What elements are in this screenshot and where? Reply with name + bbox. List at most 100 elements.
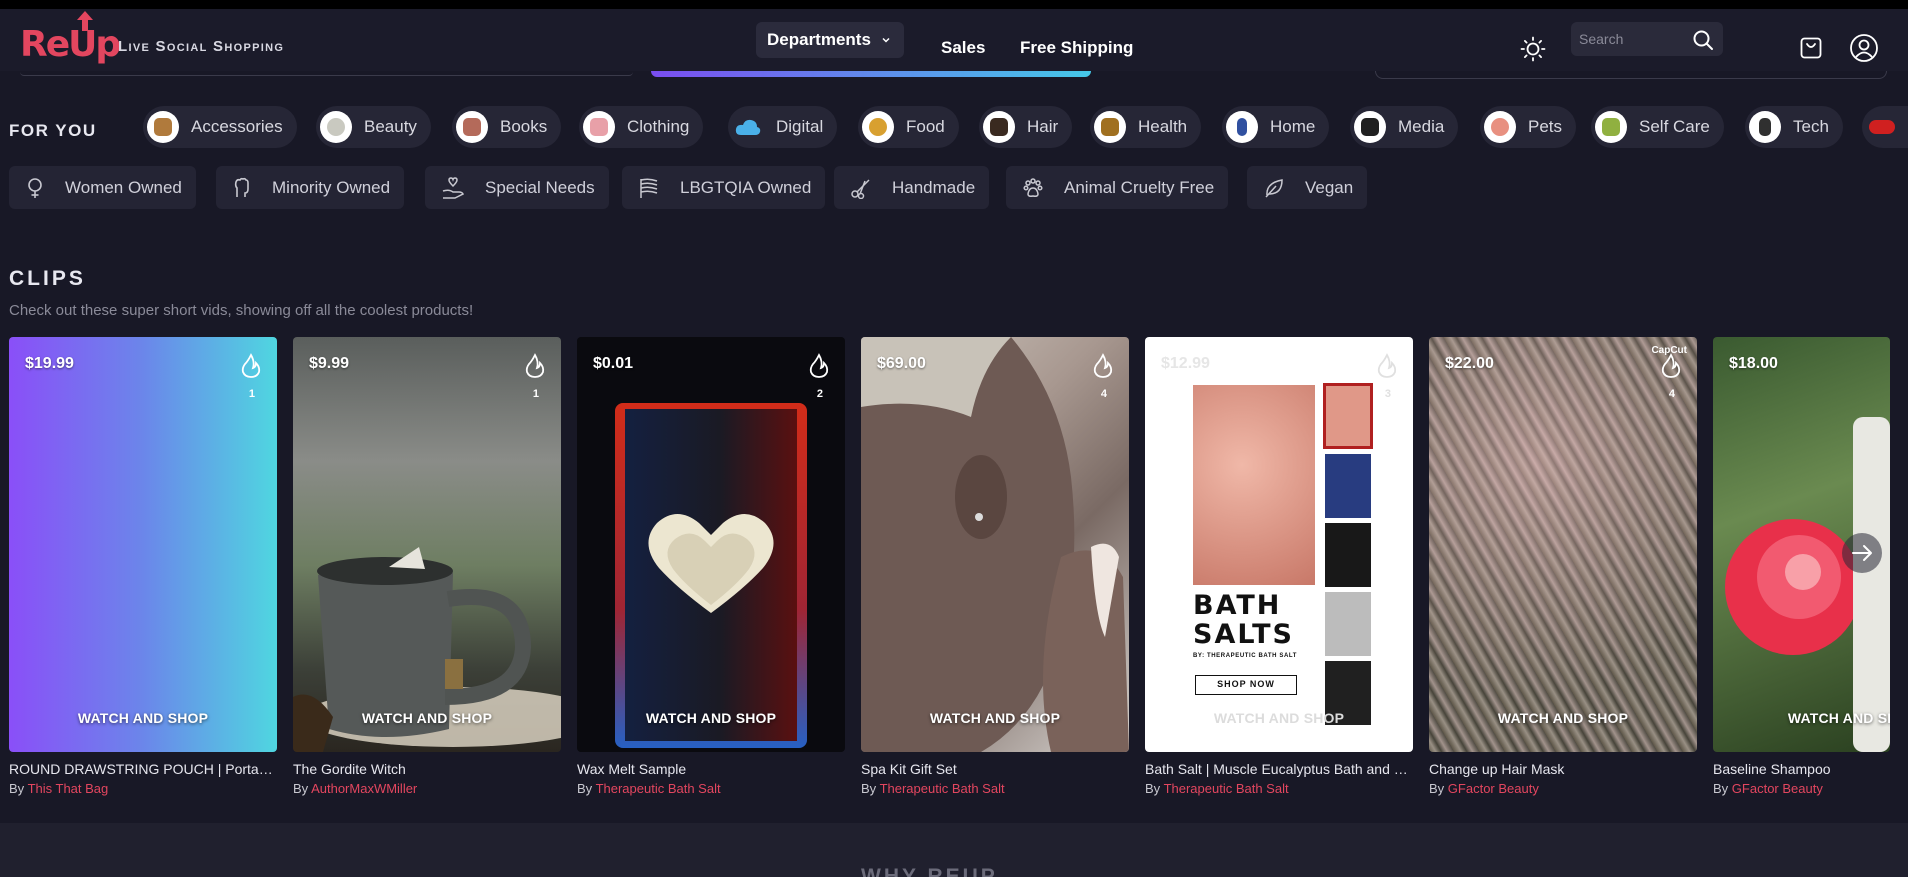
clip-video[interactable]: $69.00 4 WATCH AND SHOP xyxy=(861,337,1129,752)
seller-link[interactable]: AuthorMaxWMiller xyxy=(311,781,417,796)
category-beauty[interactable]: Beauty xyxy=(316,106,431,148)
flame-icon[interactable] xyxy=(1375,353,1399,379)
clip-title[interactable]: The Gordite Witch xyxy=(293,761,561,777)
watch-and-shop-button[interactable]: WATCH AND SHOP xyxy=(9,710,277,726)
carousel-next-button[interactable] xyxy=(1842,533,1882,573)
departments-dropdown[interactable]: Departments xyxy=(756,22,904,58)
food-icon xyxy=(862,111,894,143)
sun-icon[interactable] xyxy=(1520,36,1546,62)
category-home[interactable]: Home xyxy=(1222,106,1330,148)
thumb-selected[interactable] xyxy=(1323,383,1373,449)
mug-illustration xyxy=(293,547,561,752)
seller-link[interactable]: GFactor Beauty xyxy=(1732,781,1823,796)
search-box xyxy=(1571,22,1723,56)
category-partial[interactable] xyxy=(1862,106,1908,148)
clip-title[interactable]: Spa Kit Gift Set xyxy=(861,761,1129,777)
user-account-icon[interactable] xyxy=(1849,33,1879,63)
watch-and-shop-button[interactable]: WATCH AND SHOP xyxy=(293,710,561,726)
clip-card[interactable]: $0.01 2 WATCH AND SHOP Wax Melt Sample B… xyxy=(577,337,845,796)
clip-title[interactable]: ROUND DRAWSTRING POUCH | Portable Makeup… xyxy=(9,761,277,777)
flame-icon[interactable] xyxy=(1659,353,1683,379)
thumb-3[interactable] xyxy=(1325,523,1371,587)
flame-icon[interactable] xyxy=(523,353,547,379)
category-self-care[interactable]: Self Care xyxy=(1591,106,1724,148)
category-pets[interactable]: Pets xyxy=(1480,106,1577,148)
watch-and-shop-button[interactable]: WATCH AND SHOP xyxy=(1719,710,1890,726)
tag-minority-owned[interactable]: Minority Owned xyxy=(216,166,405,209)
clip-byline: By GFactor Beauty xyxy=(1429,781,1539,796)
search-input[interactable] xyxy=(1579,29,1689,49)
clip-title[interactable]: Baseline Shampoo xyxy=(1713,761,1890,777)
thumb-4[interactable] xyxy=(1325,592,1371,656)
chip-label: Self Care xyxy=(1639,117,1710,136)
thumb-2[interactable] xyxy=(1325,454,1371,518)
category-media[interactable]: Media xyxy=(1350,106,1459,148)
home-icon xyxy=(1226,111,1258,143)
clip-title[interactable]: Bath Salt | Muscle Eucalyptus Bath and B… xyxy=(1145,761,1413,777)
watch-and-shop-button[interactable]: WATCH AND SHOP xyxy=(861,710,1129,726)
category-accessories[interactable]: Accessories xyxy=(143,106,297,148)
clip-like-count: 4 xyxy=(1100,388,1107,400)
arrow-right-icon xyxy=(1852,545,1872,561)
clip-title[interactable]: Wax Melt Sample xyxy=(577,761,845,777)
flame-icon[interactable] xyxy=(239,353,263,379)
flag-icon xyxy=(640,177,658,198)
search-icon[interactable] xyxy=(1692,29,1714,51)
category-health[interactable]: Health xyxy=(1090,106,1202,148)
clip-price: $9.99 xyxy=(309,355,350,372)
wax-melt-illustration xyxy=(615,403,807,748)
pets-icon xyxy=(1484,111,1516,143)
seller-link[interactable]: GFactor Beauty xyxy=(1448,781,1539,796)
value-tags: Women Owned Minority Owned Special Needs… xyxy=(0,166,1908,209)
watch-and-shop-button[interactable]: WATCH AND SHOP xyxy=(1429,710,1697,726)
seller-link[interactable]: Therapeutic Bath Salt xyxy=(596,781,721,796)
category-tech[interactable]: Tech xyxy=(1745,106,1843,148)
watch-and-shop-button[interactable]: WATCH AND SHOP xyxy=(1145,710,1413,726)
clip-video[interactable]: CapCut $22.00 4 WATCH AND SHOP xyxy=(1429,337,1697,752)
clip-video[interactable]: $0.01 2 WATCH AND SHOP xyxy=(577,337,845,752)
health-icon xyxy=(1094,111,1126,143)
clip-video[interactable]: $19.99 1 WATCH AND SHOP xyxy=(9,337,277,752)
category-books[interactable]: Books xyxy=(452,106,562,148)
seller-link[interactable]: Therapeutic Bath Salt xyxy=(1164,781,1289,796)
category-digital[interactable]: Digital xyxy=(728,106,838,148)
clip-video[interactable]: $9.99 1 WATCH AND SHOP xyxy=(293,337,561,752)
clip-card[interactable]: $19.99 1 WATCH AND SHOP ROUND DRAWSTRING… xyxy=(9,337,277,796)
chip-label: Health xyxy=(1138,117,1188,136)
shopping-bag-icon[interactable] xyxy=(1799,36,1823,60)
nav-sales[interactable]: Sales xyxy=(941,38,985,58)
tag-handmade[interactable]: Handmade xyxy=(834,166,990,209)
nav-free-shipping[interactable]: Free Shipping xyxy=(1020,38,1133,58)
tag-lgbtqia-owned[interactable]: LBGTQIA Owned xyxy=(622,166,826,209)
clip-card[interactable]: $9.99 1 WATCH AND SHOP The Gordite Witch… xyxy=(293,337,561,796)
reup-logo[interactable]: ReUp xyxy=(20,11,121,67)
clip-title[interactable]: Change up Hair Mask xyxy=(1429,761,1697,777)
clip-card[interactable]: CapCut $22.00 4 WATCH AND SHOP Change up… xyxy=(1429,337,1697,796)
clothing-icon xyxy=(583,111,615,143)
category-food[interactable]: Food xyxy=(858,106,959,148)
clip-card[interactable]: BATH SALTS BY: THERAPEUTIC BATH SALT SHO… xyxy=(1145,337,1413,796)
seller-link[interactable]: This That Bag xyxy=(28,781,109,796)
category-clothing[interactable]: Clothing xyxy=(579,106,704,148)
bath-salt-photo xyxy=(1193,385,1315,585)
poster-line1: BATH xyxy=(1193,590,1282,621)
tag-vegan[interactable]: Vegan xyxy=(1247,166,1368,209)
clip-card[interactable]: $69.00 4 WATCH AND SHOP Spa Kit Gift Set… xyxy=(861,337,1129,796)
tag-label: Minority Owned xyxy=(272,177,391,197)
tag-women-owned[interactable]: Women Owned xyxy=(9,166,196,209)
flame-icon[interactable] xyxy=(1091,353,1115,379)
clip-like-count: 1 xyxy=(532,388,539,400)
seller-link[interactable]: Therapeutic Bath Salt xyxy=(880,781,1005,796)
arrow-up-icon xyxy=(77,11,93,31)
flame-icon[interactable] xyxy=(807,353,831,379)
top-strip xyxy=(0,0,1908,9)
category-hair[interactable]: Hair xyxy=(979,106,1073,148)
tag-animal-cruelty-free[interactable]: Animal Cruelty Free xyxy=(1006,166,1229,209)
clip-video[interactable]: BATH SALTS BY: THERAPEUTIC BATH SALT SHO… xyxy=(1145,337,1413,752)
leaf-icon xyxy=(1265,178,1283,198)
clip-price: $69.00 xyxy=(877,355,926,372)
shop-now-button[interactable]: SHOP NOW xyxy=(1195,675,1297,695)
chevron-down-icon xyxy=(882,37,890,43)
watch-and-shop-button[interactable]: WATCH AND SHOP xyxy=(577,710,845,726)
tag-special-needs[interactable]: Special Needs xyxy=(425,166,609,209)
